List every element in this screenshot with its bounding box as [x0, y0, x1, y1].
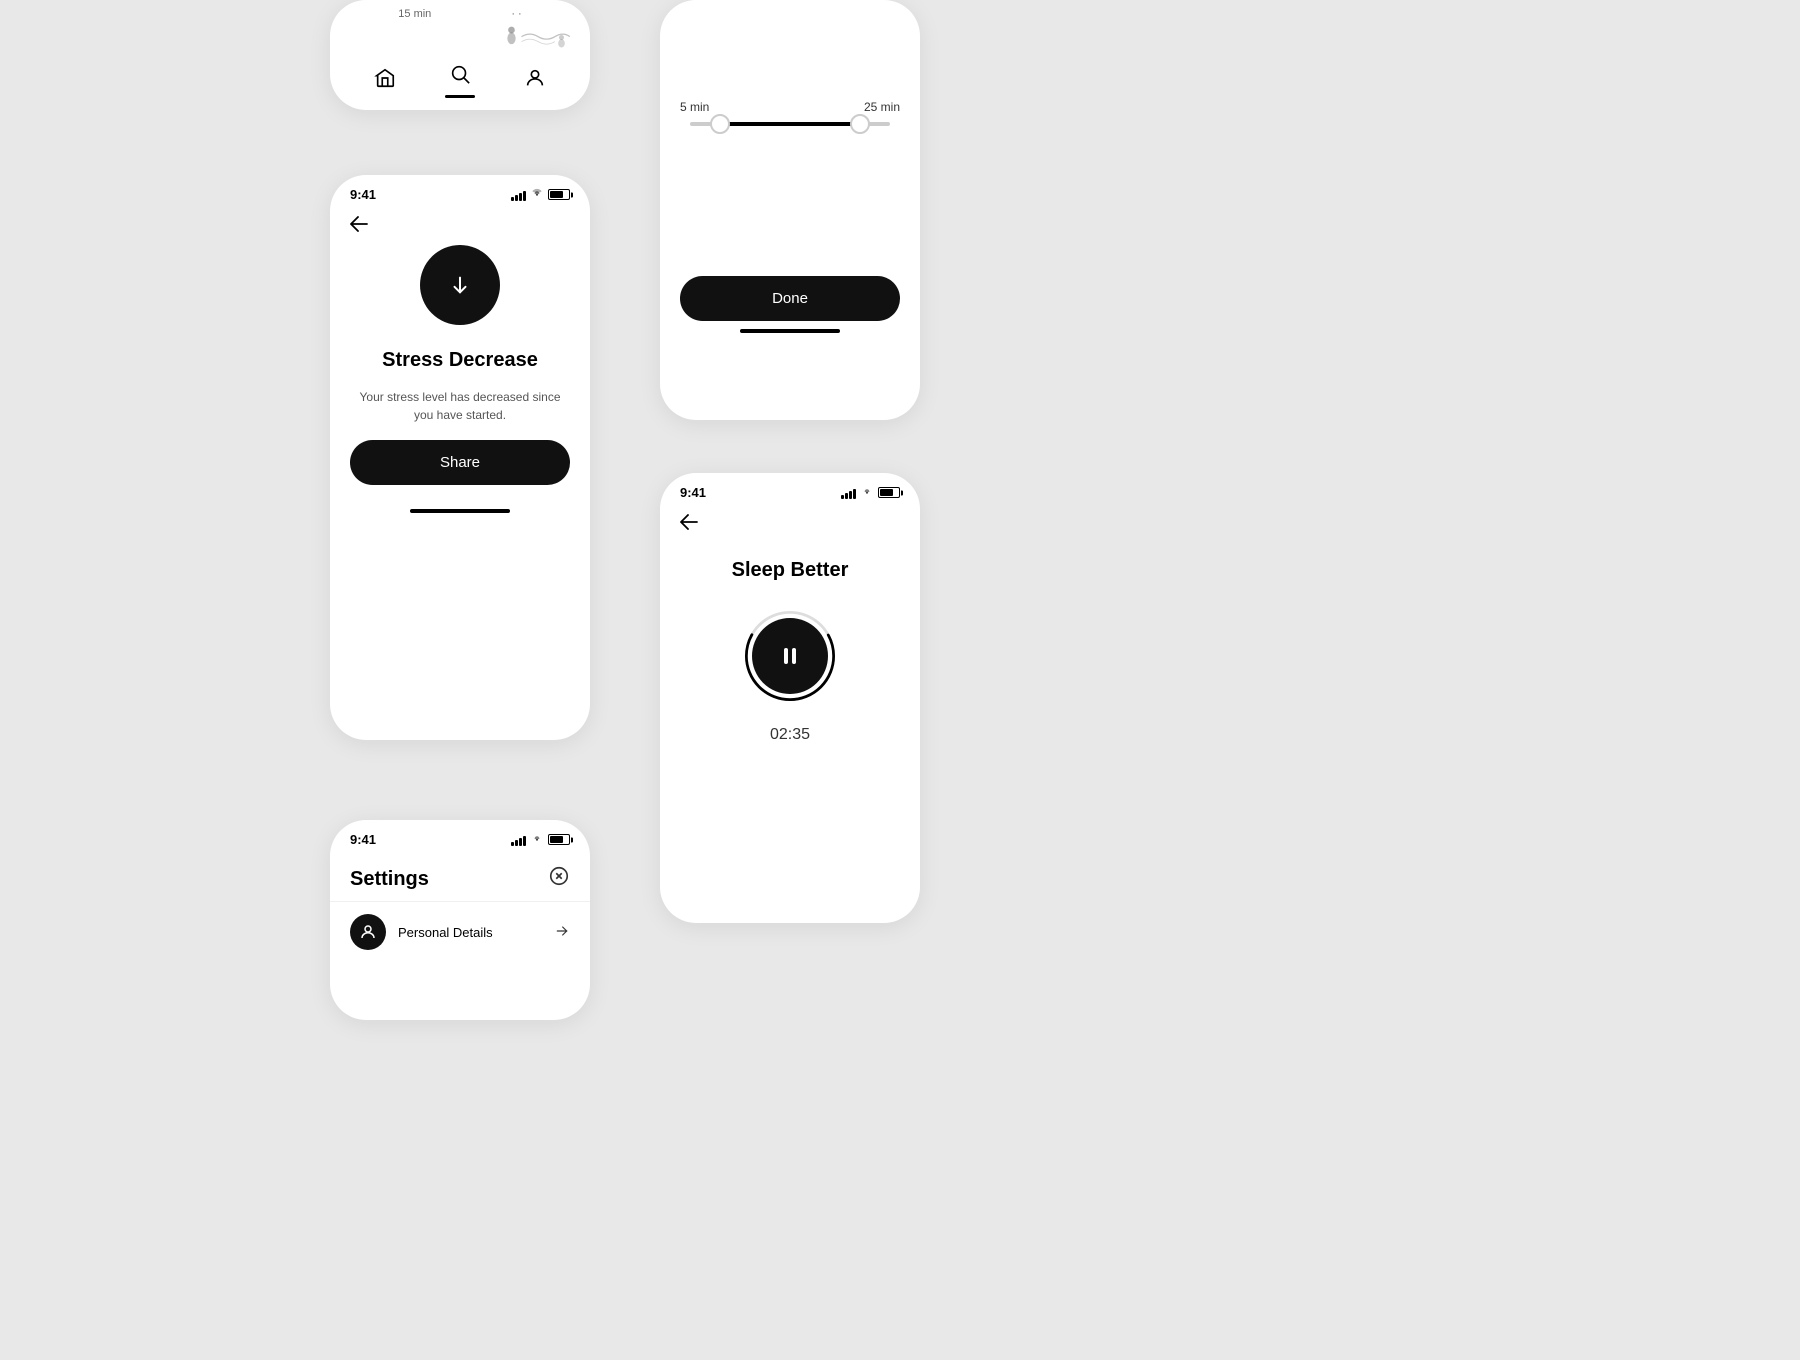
sleep-timer: 02:35 [770, 726, 810, 744]
stress-down-button[interactable] [420, 245, 500, 325]
pause-icon [784, 648, 796, 664]
nav-search[interactable] [445, 63, 475, 98]
phone-card-settings: 9:41 Settings [330, 820, 590, 1020]
phone-card-top: 15 min · · [330, 0, 590, 110]
range-max-label: 25 min [864, 100, 900, 114]
duration-label: 15 min [398, 8, 431, 20]
profile-icon [524, 67, 546, 95]
range-home-indicator [740, 329, 840, 333]
home-indicator [410, 509, 510, 513]
status-time: 9:41 [350, 187, 376, 202]
sleep-signal-icon [841, 487, 856, 499]
home-icon [374, 67, 396, 95]
stress-description: Your stress level has decreased since yo… [350, 388, 570, 424]
bottom-nav [330, 55, 590, 110]
active-indicator [445, 95, 475, 98]
settings-battery-icon [548, 834, 570, 845]
sleep-title: Sleep Better [732, 559, 849, 582]
illustration-svg [494, 20, 574, 50]
top-card-time-label: 15 min · · [330, 0, 590, 20]
range-labels: 5 min 25 min [680, 100, 900, 114]
range-thumb-right[interactable] [850, 114, 870, 134]
range-thumb-left[interactable] [710, 114, 730, 134]
sleep-pause-button[interactable] [752, 618, 828, 694]
range-min-label: 5 min [680, 100, 709, 114]
nav-home[interactable] [374, 67, 396, 95]
settings-wifi-icon [530, 832, 544, 847]
status-bar: 9:41 [330, 175, 590, 208]
status-icons [511, 187, 570, 202]
sleep-wifi-icon [860, 485, 874, 500]
sleep-battery-icon [878, 487, 900, 498]
sleep-circle-btn[interactable] [752, 618, 828, 694]
arrow-down-icon [449, 274, 471, 296]
wifi-icon [530, 187, 544, 202]
share-button[interactable]: Share [350, 440, 570, 485]
settings-status-time: 9:41 [350, 832, 376, 847]
settings-header: Settings [330, 853, 590, 901]
stress-main-content: Stress Decrease Your stress level has de… [330, 245, 590, 424]
sleep-main-content: Sleep Better 02:35 [660, 543, 920, 744]
sleep-back-button[interactable] [660, 506, 718, 543]
sleep-status-time: 9:41 [680, 485, 706, 500]
personal-details-label: Personal Details [398, 925, 554, 940]
phone-card-sleep: 9:41 Sleep Better [660, 473, 920, 923]
range-track[interactable] [690, 122, 890, 126]
search-icon [449, 63, 471, 91]
settings-status-bar: 9:41 [330, 820, 590, 853]
signal-icon [511, 189, 526, 201]
sleep-status-icons [841, 485, 900, 500]
illustration-area [330, 20, 590, 55]
personal-details-icon [350, 914, 386, 950]
personal-details-row[interactable]: Personal Details [330, 901, 590, 962]
settings-title: Settings [350, 868, 429, 891]
battery-icon [548, 189, 570, 200]
back-button[interactable] [330, 208, 388, 245]
nav-profile[interactable] [524, 67, 546, 95]
phone-card-stress: 9:41 [330, 175, 590, 740]
phone-card-range: 5 min 25 min Done [660, 0, 920, 420]
stress-title: Stress Decrease [382, 349, 538, 372]
range-content: 5 min 25 min [660, 0, 920, 146]
decoration-dots: · · [511, 8, 521, 20]
done-button[interactable]: Done [680, 276, 900, 321]
sleep-status-bar: 9:41 [660, 473, 920, 506]
range-fill [720, 122, 860, 126]
settings-status-icons [511, 832, 570, 847]
pause-bar-left [784, 648, 788, 664]
personal-details-arrow-icon [554, 923, 570, 942]
pause-bar-right [792, 648, 796, 664]
stress-actions: Share [330, 424, 590, 501]
settings-close-icon[interactable] [548, 865, 570, 893]
settings-signal-icon [511, 834, 526, 846]
sleep-player[interactable] [740, 606, 840, 706]
